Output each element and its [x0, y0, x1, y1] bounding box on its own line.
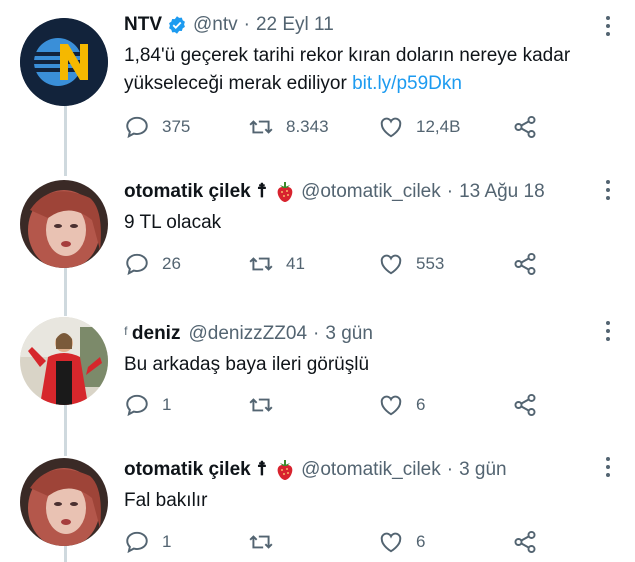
reply-count: 375: [162, 117, 191, 136]
like-button[interactable]: 6: [378, 392, 512, 418]
retweet-button[interactable]: [248, 529, 378, 555]
avatar[interactable]: [20, 18, 108, 106]
reply-icon: [126, 531, 148, 554]
display-name[interactable]: deniz: [132, 321, 181, 347]
like-button[interactable]: 553: [378, 251, 512, 277]
strawberry-emoji-icon: [275, 459, 295, 481]
share-button[interactable]: [512, 114, 538, 140]
share-button[interactable]: [512, 251, 538, 277]
retweet-count: 8.343: [286, 117, 329, 136]
separator-dot: ·: [446, 181, 454, 202]
like-count: 553: [416, 254, 445, 273]
share-button[interactable]: [512, 392, 538, 418]
name-symbol: ☨: [256, 459, 268, 480]
share-icon: [514, 530, 536, 554]
more-options-icon[interactable]: [605, 321, 611, 341]
avatar-photo: [20, 180, 108, 268]
like-button[interactable]: 12,4B: [378, 114, 512, 140]
reply-icon: [126, 116, 148, 139]
timestamp[interactable]: 3 gün: [459, 457, 507, 483]
separator-dot: ·: [243, 14, 250, 35]
reply-icon: [126, 394, 148, 417]
tweet[interactable]: otomatik çilek ☨ @otomatik_cilek · 3 gün…: [0, 455, 635, 562]
reply-count: 1: [162, 532, 172, 551]
ntv-logo-icon: [20, 18, 108, 106]
share-icon: [514, 115, 536, 139]
handle[interactable]: @ntv: [193, 12, 238, 38]
separator-dot: ·: [446, 459, 454, 480]
share-button[interactable]: [512, 529, 538, 555]
avatar[interactable]: [20, 317, 108, 405]
handle[interactable]: @denizzZZ04: [188, 321, 307, 347]
retweet-count: 41: [286, 254, 305, 273]
timestamp[interactable]: 22 Eyl 11: [256, 12, 334, 38]
avatar-photo: [20, 317, 108, 405]
like-count: 12,4B: [416, 117, 461, 136]
reply-button[interactable]: 1: [124, 529, 248, 555]
like-count: 6: [416, 532, 426, 551]
display-name[interactable]: NTV: [124, 12, 162, 38]
tweet-body: 9 TL olacak: [124, 212, 222, 233]
heart-icon: [380, 532, 402, 553]
avatar-photo: [20, 458, 108, 546]
timestamp[interactable]: 3 gün: [325, 321, 373, 347]
heart-icon: [380, 254, 402, 275]
verified-badge-icon: [167, 15, 187, 35]
like-count: 6: [416, 395, 426, 414]
heart-icon: [380, 395, 402, 416]
tweet[interactable]: ᶠ deniz @denizzZZ04 · 3 gün Bu arkadaş b…: [0, 315, 635, 455]
strawberry-emoji-icon: [275, 181, 295, 203]
retweet-button[interactable]: 8.343: [248, 114, 378, 140]
retweet-icon: [249, 398, 273, 412]
separator-dot: ·: [313, 323, 320, 344]
reply-button[interactable]: 375: [124, 114, 248, 140]
more-options-icon[interactable]: [605, 457, 611, 477]
display-name[interactable]: otomatik çilek: [124, 179, 251, 205]
tweet-link[interactable]: bit.ly/p59Dkn: [352, 73, 462, 94]
tweet[interactable]: NTV @ntv · 22 Eyl 11 1,84'ü geçerek tari…: [0, 0, 635, 175]
avatar[interactable]: [20, 458, 108, 546]
avatar[interactable]: [20, 180, 108, 268]
reply-count: 26: [162, 254, 181, 273]
tweet-body: 1,84'ü geçerek tarihi rekor kıran doları…: [124, 45, 571, 94]
name-symbol: ᶠ: [124, 324, 128, 343]
retweet-icon: [249, 535, 273, 549]
tweet[interactable]: otomatik çilek ☨ @otomatik_cilek · 13 Ağ…: [0, 175, 635, 315]
like-button[interactable]: 6: [378, 529, 512, 555]
reply-button[interactable]: 1: [124, 392, 248, 418]
heart-icon: [380, 117, 402, 138]
reply-icon: [126, 253, 148, 276]
retweet-button[interactable]: [248, 392, 378, 418]
handle[interactable]: @otomatik_cilek: [301, 179, 441, 205]
handle[interactable]: @otomatik_cilek: [301, 457, 441, 483]
share-icon: [514, 252, 536, 276]
more-options-icon[interactable]: [605, 180, 611, 200]
timestamp[interactable]: 13 Ağu 18: [459, 179, 545, 205]
reply-button[interactable]: 26: [124, 251, 248, 277]
tweet-body: Fal bakılır: [124, 490, 208, 511]
retweet-icon: [249, 257, 273, 271]
display-name[interactable]: otomatik çilek: [124, 457, 251, 483]
more-options-icon[interactable]: [605, 16, 611, 36]
retweet-button[interactable]: 41: [248, 251, 378, 277]
retweet-icon: [249, 120, 273, 134]
name-symbol: ☨: [256, 181, 268, 202]
share-icon: [514, 393, 536, 417]
reply-count: 1: [162, 395, 172, 414]
tweet-body: Bu arkadaş baya ileri görüşlü: [124, 354, 370, 375]
tweet-text: 1,84'ü geçerek tarihi rekor kıran doları…: [124, 42, 605, 98]
